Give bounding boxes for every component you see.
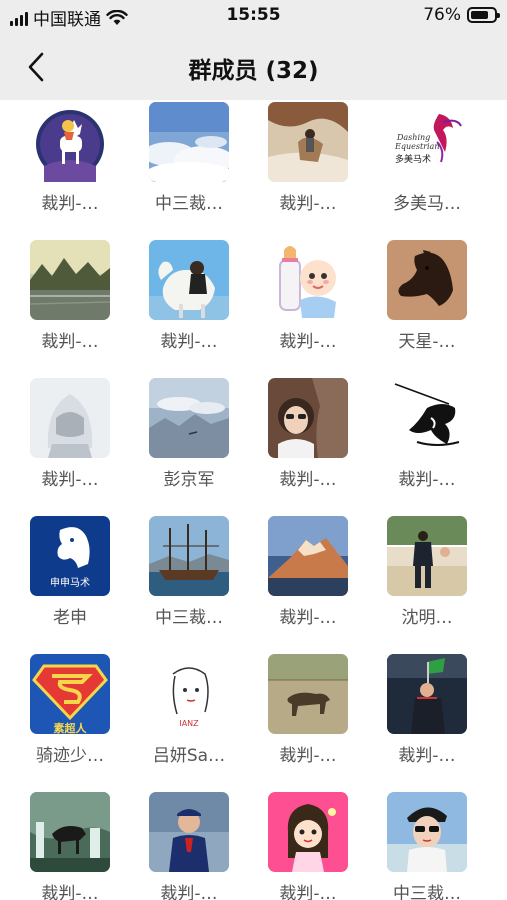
svg-text:Dashing: Dashing xyxy=(396,133,430,142)
member-avatar xyxy=(30,378,110,458)
member-item[interactable]: 素超人骑迹少… xyxy=(11,652,129,772)
member-avatar: Dashing Equestrian 多美马术 xyxy=(387,102,467,182)
member-name: 裁判-… xyxy=(279,332,337,352)
member-item[interactable]: 中三裁… xyxy=(130,514,248,634)
member-item[interactable]: 中三裁… xyxy=(130,100,248,220)
member-avatar xyxy=(387,240,467,320)
svg-text:多美马术: 多美马术 xyxy=(395,153,431,165)
member-avatar xyxy=(387,378,467,458)
member-item[interactable]: 裁判-… xyxy=(249,238,367,358)
member-avatar xyxy=(268,240,348,320)
member-item[interactable]: Dashing Equestrian 多美马术多美马… xyxy=(368,100,486,220)
member-name: 裁判-… xyxy=(160,884,218,900)
member-item[interactable]: 裁判-… xyxy=(11,238,129,358)
member-item[interactable]: 裁判-… xyxy=(130,238,248,358)
member-avatar xyxy=(268,792,348,872)
member-item[interactable]: 裁判-… xyxy=(249,790,367,900)
member-avatar xyxy=(149,240,229,320)
member-name: 裁判-… xyxy=(41,470,99,490)
battery-percent: 76% xyxy=(423,5,461,25)
member-item[interactable]: 裁判-… xyxy=(11,376,129,496)
member-name: 裁判-… xyxy=(279,470,337,490)
member-avatar xyxy=(268,102,348,182)
member-name: 裁判-… xyxy=(398,470,456,490)
member-name: 天星-… xyxy=(398,332,456,352)
member-item[interactable]: 彭京军 xyxy=(130,376,248,496)
nav-bar: 群成员 (32) xyxy=(0,34,507,100)
member-name: 老申 xyxy=(53,608,87,628)
member-item[interactable]: 申申马术 老申 xyxy=(11,514,129,634)
member-item[interactable]: 裁判-… xyxy=(249,652,367,772)
member-name: 中三裁… xyxy=(393,884,461,900)
member-item[interactable]: 中三裁… xyxy=(368,790,486,900)
member-name: 裁判-… xyxy=(41,194,99,214)
member-avatar xyxy=(268,516,348,596)
member-name: 中三裁… xyxy=(155,194,223,214)
member-name: 裁判-… xyxy=(41,884,99,900)
member-avatar xyxy=(387,654,467,734)
member-avatar: 申申马术 xyxy=(30,516,110,596)
battery-icon xyxy=(467,7,500,23)
member-avatar xyxy=(268,654,348,734)
member-item[interactable]: IANZ 吕妍Sa… xyxy=(130,652,248,772)
member-item[interactable]: 裁判-… xyxy=(249,100,367,220)
svg-text:IANZ: IANZ xyxy=(179,719,199,728)
page-title: 群成员 (32) xyxy=(188,58,319,84)
member-avatar: 素超人 xyxy=(30,654,110,734)
status-bar: 中国联通 15:55 76% xyxy=(0,0,507,34)
member-item[interactable]: 沈明… xyxy=(368,514,486,634)
member-avatar xyxy=(149,102,229,182)
member-avatar xyxy=(149,378,229,458)
member-name: 裁判-… xyxy=(279,884,337,900)
member-name: 骑迹少… xyxy=(36,746,104,766)
member-avatar xyxy=(30,792,110,872)
member-name: 彭京军 xyxy=(163,470,215,490)
member-name: 中三裁… xyxy=(155,608,223,628)
member-avatar xyxy=(149,792,229,872)
member-item[interactable]: 裁判-… xyxy=(130,790,248,900)
member-avatar xyxy=(268,378,348,458)
svg-text:申申马术: 申申马术 xyxy=(50,576,90,589)
member-name: 多美马… xyxy=(393,194,461,214)
member-avatar xyxy=(30,102,110,182)
member-item[interactable]: 裁判-… xyxy=(249,376,367,496)
member-avatar xyxy=(387,516,467,596)
member-item[interactable]: 裁判-… xyxy=(368,376,486,496)
member-name: 沈明… xyxy=(401,608,453,628)
member-item[interactable]: 天星-… xyxy=(368,238,486,358)
status-right: 76% xyxy=(423,5,500,25)
member-avatar: IANZ xyxy=(149,654,229,734)
member-grid: 裁判-… 中三裁… 裁判-… Dashing Equestrian 多美马术多美马… 裁判-… xyxy=(0,100,507,900)
member-item[interactable]: 裁判-… xyxy=(11,790,129,900)
member-name: 裁判-… xyxy=(279,194,337,214)
member-item[interactable]: 裁判-… xyxy=(249,514,367,634)
member-avatar xyxy=(30,240,110,320)
member-avatar xyxy=(387,792,467,872)
svg-text:Equestrian: Equestrian xyxy=(394,142,439,151)
svg-text:素超人: 素超人 xyxy=(54,721,88,734)
member-item[interactable]: 裁判-… xyxy=(368,652,486,772)
member-name: 吕妍Sa… xyxy=(152,746,226,766)
member-item[interactable]: 裁判-… xyxy=(11,100,129,220)
member-name: 裁判-… xyxy=(160,332,218,352)
member-name: 裁判-… xyxy=(279,608,337,628)
member-name: 裁判-… xyxy=(398,746,456,766)
member-avatar xyxy=(149,516,229,596)
member-name: 裁判-… xyxy=(279,746,337,766)
member-name: 裁判-… xyxy=(41,332,99,352)
